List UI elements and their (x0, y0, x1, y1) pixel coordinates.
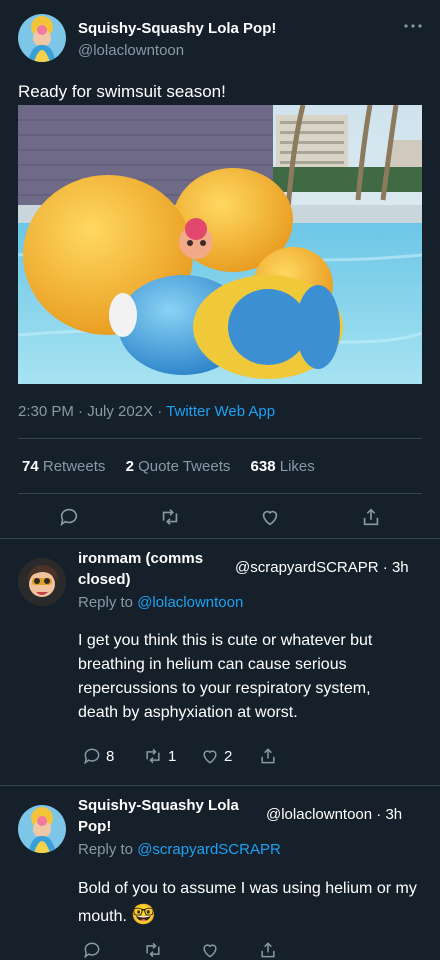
tweet-text: Ready for swimsuit season! (18, 82, 226, 101)
reply-handle[interactable]: @scrapyardSCRAPR (235, 559, 379, 576)
reply-text: I get you think this is cute or whatever… (78, 632, 373, 721)
separator: · (78, 403, 84, 420)
like-icon (200, 746, 220, 766)
retweet-icon[interactable] (159, 506, 181, 528)
likes-count: 638 (250, 458, 276, 475)
divider (18, 493, 422, 494)
nerd-face-emoji: 🤓 (131, 904, 157, 926)
reply-to-handle[interactable]: @lolaclowntoon (137, 594, 243, 611)
tweet-stats: 74 Retweets 2 Quote Tweets 638 Likes (18, 458, 315, 475)
reply-icon[interactable] (82, 940, 102, 960)
divider (0, 538, 440, 539)
retweet-count: 1 (168, 747, 177, 765)
divider (18, 438, 422, 439)
reply-display-name[interactable]: ironmam (comms closed) (78, 548, 203, 590)
reply-time[interactable]: · 3h (383, 559, 409, 576)
reply-like-button[interactable]: 2 (200, 746, 232, 766)
separator: · (157, 403, 163, 420)
quotes-label: Quote Tweets (138, 458, 231, 475)
share-icon[interactable] (360, 506, 382, 528)
retweets-label: Retweets (42, 458, 106, 475)
tweet-date[interactable]: July 202X (87, 403, 153, 420)
retweet-icon (142, 746, 164, 766)
share-icon[interactable] (258, 746, 278, 766)
author-display-name[interactable]: Squishy-Squashy Lola Pop! (78, 20, 276, 37)
reply-avatar[interactable] (18, 805, 66, 853)
reply-avatar[interactable] (18, 558, 66, 606)
reply-to-line: Reply to @lolaclowntoon (78, 594, 243, 611)
reply-handle[interactable]: @lolaclowntoon (266, 806, 372, 823)
reply-retweet-button[interactable]: 1 (142, 746, 176, 766)
quotes-count: 2 (125, 458, 134, 475)
reply-text-container: Bold of you to assume I was using helium… (78, 876, 418, 930)
author-avatar[interactable] (18, 14, 66, 62)
reply-icon (82, 746, 102, 766)
tweet-time[interactable]: 2:30 PM (18, 403, 74, 420)
reply-count: 8 (106, 747, 115, 765)
reply-to-prefix: Reply to (78, 841, 134, 858)
tweet-timestamp-line: 2:30 PM · July 202X · Twitter Web App (18, 403, 275, 420)
reply-to-line: Reply to @scrapyardSCRAPR (78, 841, 281, 858)
reply-handle-time: @scrapyardSCRAPR · 3h (235, 559, 409, 576)
reply-display-name-line: Pop! (78, 818, 112, 835)
reply-text: Bold of you to assume I was using helium… (78, 880, 417, 925)
quotes-stat[interactable]: 2 Quote Tweets (126, 458, 235, 475)
reply-handle-time: @lolaclowntoon · 3h (266, 806, 402, 823)
share-icon[interactable] (258, 940, 278, 960)
likes-label: Likes (279, 458, 315, 475)
more-dots-icon[interactable] (403, 22, 423, 30)
reply-time[interactable]: · 3h (376, 806, 402, 823)
author-handle[interactable]: @lolaclowntoon (78, 42, 184, 59)
reply-display-name-line: ironmam (comms (78, 550, 204, 567)
reply-icon[interactable] (58, 506, 80, 528)
retweet-icon[interactable] (142, 940, 164, 960)
retweets-count: 74 (22, 458, 39, 475)
reply-to-handle[interactable]: @scrapyardSCRAPR (137, 841, 281, 858)
like-count: 2 (224, 747, 233, 765)
reply-display-name[interactable]: Squishy-Squashy Lola Pop! (78, 795, 239, 837)
reply-reply-button[interactable]: 8 (82, 746, 114, 766)
like-icon[interactable] (200, 940, 220, 960)
tweet-source[interactable]: Twitter Web App (166, 403, 275, 420)
reply-display-name-line: closed) (78, 571, 131, 588)
tweet-media-image[interactable] (18, 105, 422, 384)
likes-stat[interactable]: 638 Likes (251, 458, 315, 475)
retweets-stat[interactable]: 74 Retweets (22, 458, 110, 475)
divider (0, 785, 440, 786)
reply-display-name-line: Squishy-Squashy Lola (78, 797, 239, 814)
reply-to-prefix: Reply to (78, 594, 134, 611)
like-icon[interactable] (259, 506, 281, 528)
